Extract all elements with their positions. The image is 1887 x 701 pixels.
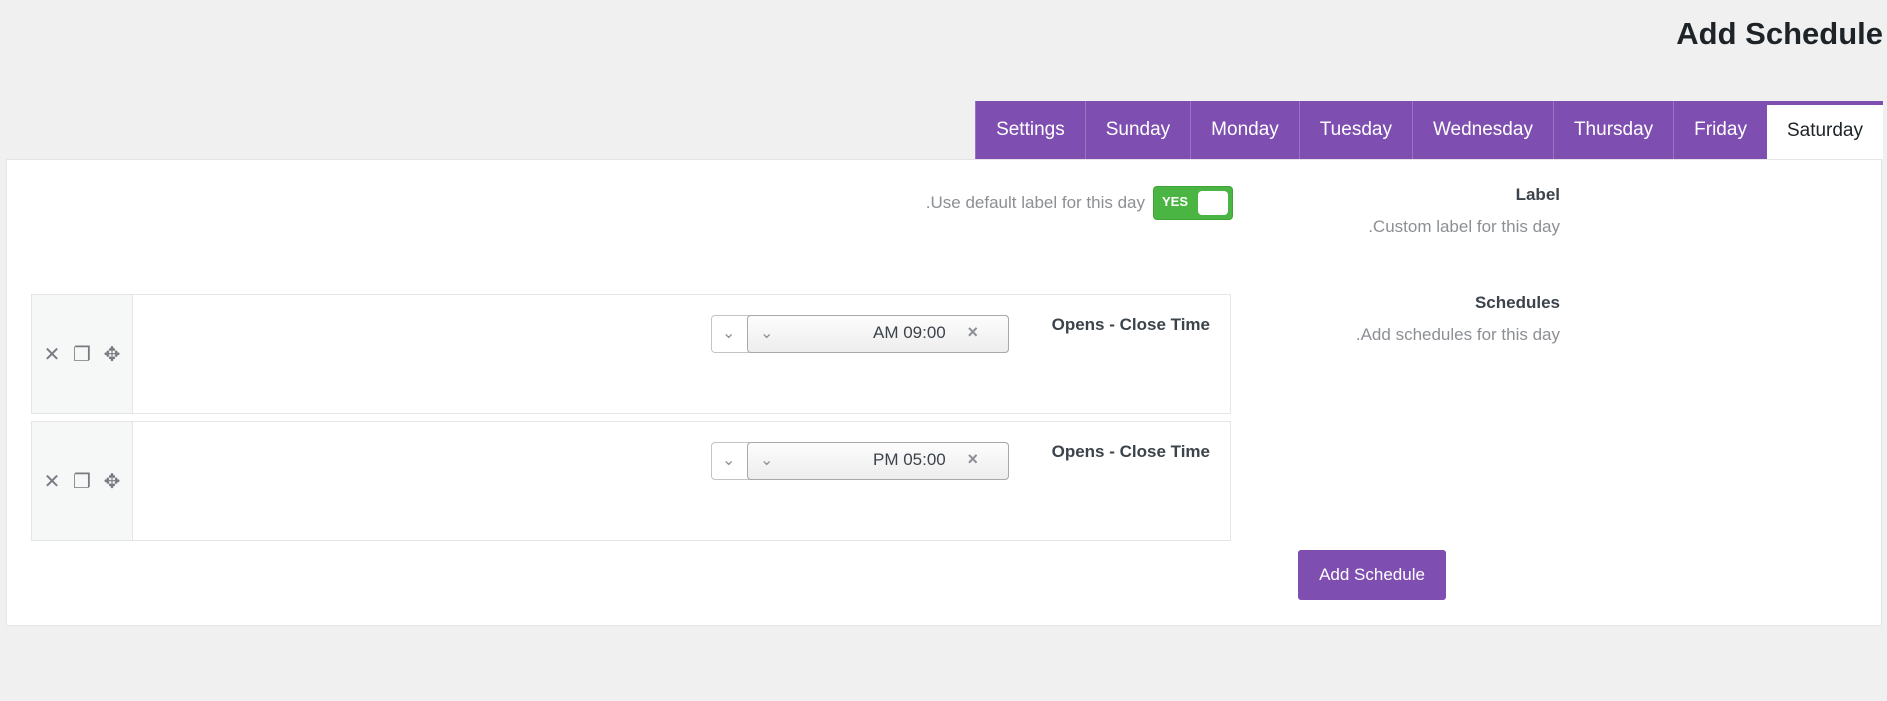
row-actions: ✕ ❐ ✥ bbox=[32, 295, 133, 413]
schedules-description: .Add schedules for this day bbox=[1355, 325, 1560, 344]
default-label-text: .Use default label for this day bbox=[925, 193, 1145, 212]
toggle-state-label: YES bbox=[1162, 194, 1189, 209]
clear-icon[interactable]: × bbox=[967, 449, 978, 470]
row-actions: ✕ ❐ ✥ bbox=[32, 422, 133, 540]
schedule-row: ✕ ❐ ✥ Opens - Close Time ⌄ ⌄ PM 05:00 × bbox=[31, 421, 1231, 541]
tab-thursday[interactable]: Thursday bbox=[1552, 101, 1674, 159]
close-time-select[interactable]: ⌄ ⌄ AM 09:00 × bbox=[711, 315, 1009, 353]
close-icon[interactable]: ✕ bbox=[42, 469, 62, 494]
tab-wednesday[interactable]: Wednesday bbox=[1411, 101, 1553, 159]
move-icon[interactable]: ✥ bbox=[102, 469, 122, 494]
row-label: Opens - Close Time bbox=[1051, 442, 1210, 461]
schedules-heading: Schedules bbox=[1474, 293, 1560, 312]
chevron-down-icon: ⌄ bbox=[760, 452, 774, 469]
tab-saturday[interactable]: Saturday bbox=[1766, 101, 1883, 159]
chevron-down-icon: ⌄ bbox=[760, 325, 774, 342]
close-icon[interactable]: ✕ bbox=[42, 342, 62, 367]
tab-tuesday[interactable]: Tuesday bbox=[1298, 101, 1412, 159]
add-schedule-button[interactable]: Add Schedule bbox=[1298, 550, 1446, 600]
tab-sunday[interactable]: Sunday bbox=[1084, 101, 1191, 159]
copy-icon[interactable]: ❐ bbox=[72, 469, 92, 494]
schedule-panel: Label .Custom label for this day .Use de… bbox=[6, 159, 1882, 626]
close-time-select[interactable]: ⌄ ⌄ PM 05:00 × bbox=[711, 442, 1009, 480]
tab-monday[interactable]: Monday bbox=[1190, 101, 1299, 159]
default-label-toggle[interactable]: YES bbox=[1153, 186, 1233, 220]
chevron-down-icon: ⌄ bbox=[722, 325, 736, 342]
open-time-select[interactable]: ⌄ AM 09:00 × bbox=[747, 315, 1009, 353]
row-label: Opens - Close Time bbox=[1051, 315, 1210, 334]
page-title: Add Schedule bbox=[1676, 16, 1883, 51]
time-value: AM 09:00 bbox=[873, 323, 946, 342]
time-value: PM 05:00 bbox=[873, 450, 946, 469]
day-tabs: Saturday Friday Thursday Wednesday Tuesd… bbox=[975, 101, 1883, 159]
label-heading: Label bbox=[1515, 185, 1560, 204]
copy-icon[interactable]: ❐ bbox=[72, 342, 92, 367]
default-label-setting: .Use default label for this day YES bbox=[926, 186, 1233, 220]
tab-settings[interactable]: Settings bbox=[975, 101, 1085, 159]
schedule-row: ✕ ❐ ✥ Opens - Close Time ⌄ ⌄ AM 09:00 × bbox=[31, 294, 1231, 414]
clear-icon[interactable]: × bbox=[967, 322, 978, 343]
tab-friday[interactable]: Friday bbox=[1673, 101, 1767, 159]
open-time-select[interactable]: ⌄ PM 05:00 × bbox=[747, 442, 1009, 480]
chevron-down-icon: ⌄ bbox=[722, 452, 736, 469]
label-description: .Custom label for this day bbox=[1368, 217, 1560, 236]
move-icon[interactable]: ✥ bbox=[102, 342, 122, 367]
toggle-knob bbox=[1198, 191, 1228, 215]
